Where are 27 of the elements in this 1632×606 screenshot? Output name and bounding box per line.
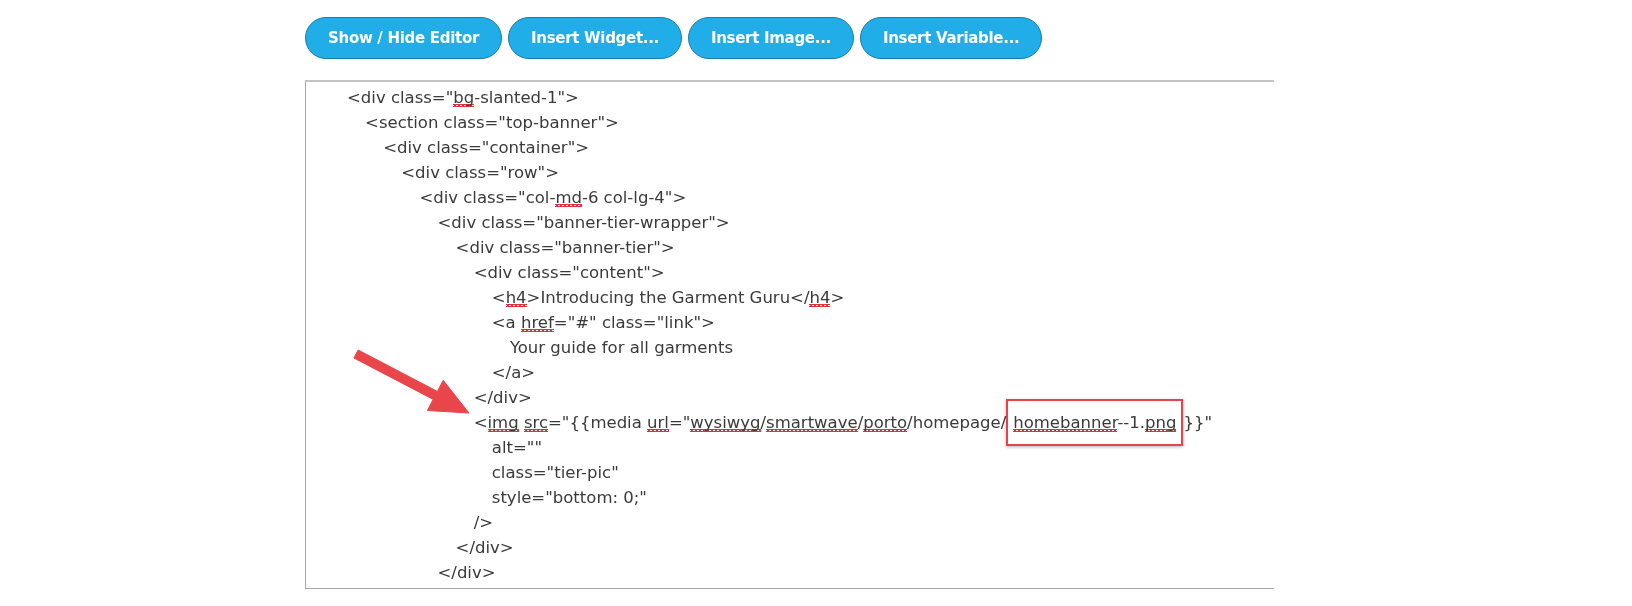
code-line: <section class="top-banner"> — [365, 113, 619, 132]
toolbar-button[interactable]: Insert Variable... — [859, 17, 1043, 59]
code-line: <div class="banner-tier-wrapper"> — [437, 213, 730, 232]
code-line: </div> — [437, 563, 496, 582]
code-line: <img src="{{media url="wysiwyg/smartwave/porto/homepage/ — [473, 413, 1007, 432]
code-line: style="bottom: 0;" — [491, 488, 647, 507]
code-line: <div class="banner-tier"> — [455, 238, 675, 257]
code-line: </div> — [455, 538, 514, 557]
code-line: <div class="content"> — [473, 263, 665, 282]
code-line: alt="" — [491, 438, 542, 457]
highlighted-code-text: homebanner--1.png — [1006, 399, 1184, 446]
code-line: class="tier-pic" — [491, 463, 619, 482]
code-line: <a href="#" class="link"> — [491, 313, 715, 332]
toolbar-button[interactable]: Insert Image... — [687, 17, 854, 59]
code-line: /> — [473, 513, 494, 532]
code-line: <h4>Introducing the Garment Guru</h4> — [491, 288, 845, 307]
code-line: Your guide for all garments — [509, 338, 734, 357]
code-line: </div> — [473, 388, 532, 407]
code-line: <div class="row"> — [401, 163, 559, 182]
code-line: </a> — [491, 363, 536, 382]
code-line: <div class="container"> — [383, 138, 590, 157]
code-line: <div class="bg-slanted-1"> — [347, 88, 579, 107]
code-line: }}" — [1183, 413, 1213, 432]
code-line: <div class="col-md-6 col-lg-4"> — [419, 188, 687, 207]
toolbar-button[interactable]: Insert Widget... — [508, 17, 682, 59]
code-editor[interactable] — [305, 80, 1274, 589]
toolbar-button[interactable]: Show / Hide Editor — [305, 17, 502, 59]
